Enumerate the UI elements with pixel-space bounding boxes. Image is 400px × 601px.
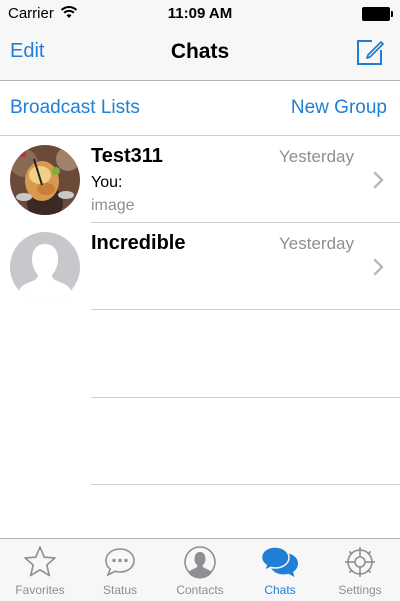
page-title: Chats	[170, 40, 230, 63]
chat-preview-message: image	[91, 197, 135, 214]
gear-icon	[345, 547, 375, 577]
avatar	[10, 145, 80, 215]
drink-photo-icon	[10, 145, 80, 215]
chat-bubbles-icon	[260, 546, 298, 577]
chat-list: Test311 Yesterday You: image Incredible …	[0, 136, 400, 538]
empty-row-separator	[91, 397, 400, 398]
battery-icon	[362, 7, 393, 21]
tab-label: Chats	[264, 583, 296, 597]
chat-timestamp: Yesterday	[279, 234, 354, 253]
tab-status[interactable]: Status	[80, 539, 160, 601]
chat-preview-sender: You:	[91, 174, 123, 191]
tab-settings[interactable]: Settings	[320, 539, 400, 601]
tab-label: Status	[102, 583, 138, 597]
chat-timestamp: Yesterday	[279, 147, 354, 166]
chevron-right-icon	[373, 258, 384, 276]
row-separator	[91, 309, 400, 310]
tab-chats[interactable]: Chats	[240, 539, 320, 601]
chat-name: Test311	[91, 145, 163, 167]
tab-label: Contacts	[176, 583, 224, 597]
chat-row-test311[interactable]: Test311 Yesterday You: image	[0, 136, 400, 223]
tab-bar: Favorites Status Contacts Chats Settings	[0, 538, 400, 601]
status-bar: Carrier 11:09 AM	[0, 0, 400, 28]
compose-icon[interactable]	[354, 36, 386, 68]
broadcast-lists-button[interactable]: Broadcast Lists	[10, 97, 140, 119]
speech-bubble-icon	[105, 548, 135, 577]
tab-favorites[interactable]: Favorites	[0, 539, 80, 601]
list-header: Broadcast Lists New Group	[0, 81, 400, 136]
new-group-button[interactable]: New Group	[291, 97, 387, 119]
avatar	[10, 232, 80, 302]
chevron-right-icon	[373, 171, 384, 189]
empty-row-separator	[91, 484, 400, 485]
person-icon	[184, 546, 216, 579]
star-icon	[24, 546, 56, 577]
chat-row-incredible[interactable]: Incredible Yesterday	[0, 223, 400, 310]
tab-label: Favorites	[15, 583, 65, 597]
clock: 11:09 AM	[167, 5, 233, 22]
tab-label: Settings	[338, 583, 382, 597]
person-silhouette-icon	[10, 232, 80, 302]
tab-contacts[interactable]: Contacts	[160, 539, 240, 601]
navigation-bar: Edit Chats	[0, 28, 400, 81]
chat-name: Incredible	[91, 232, 186, 254]
